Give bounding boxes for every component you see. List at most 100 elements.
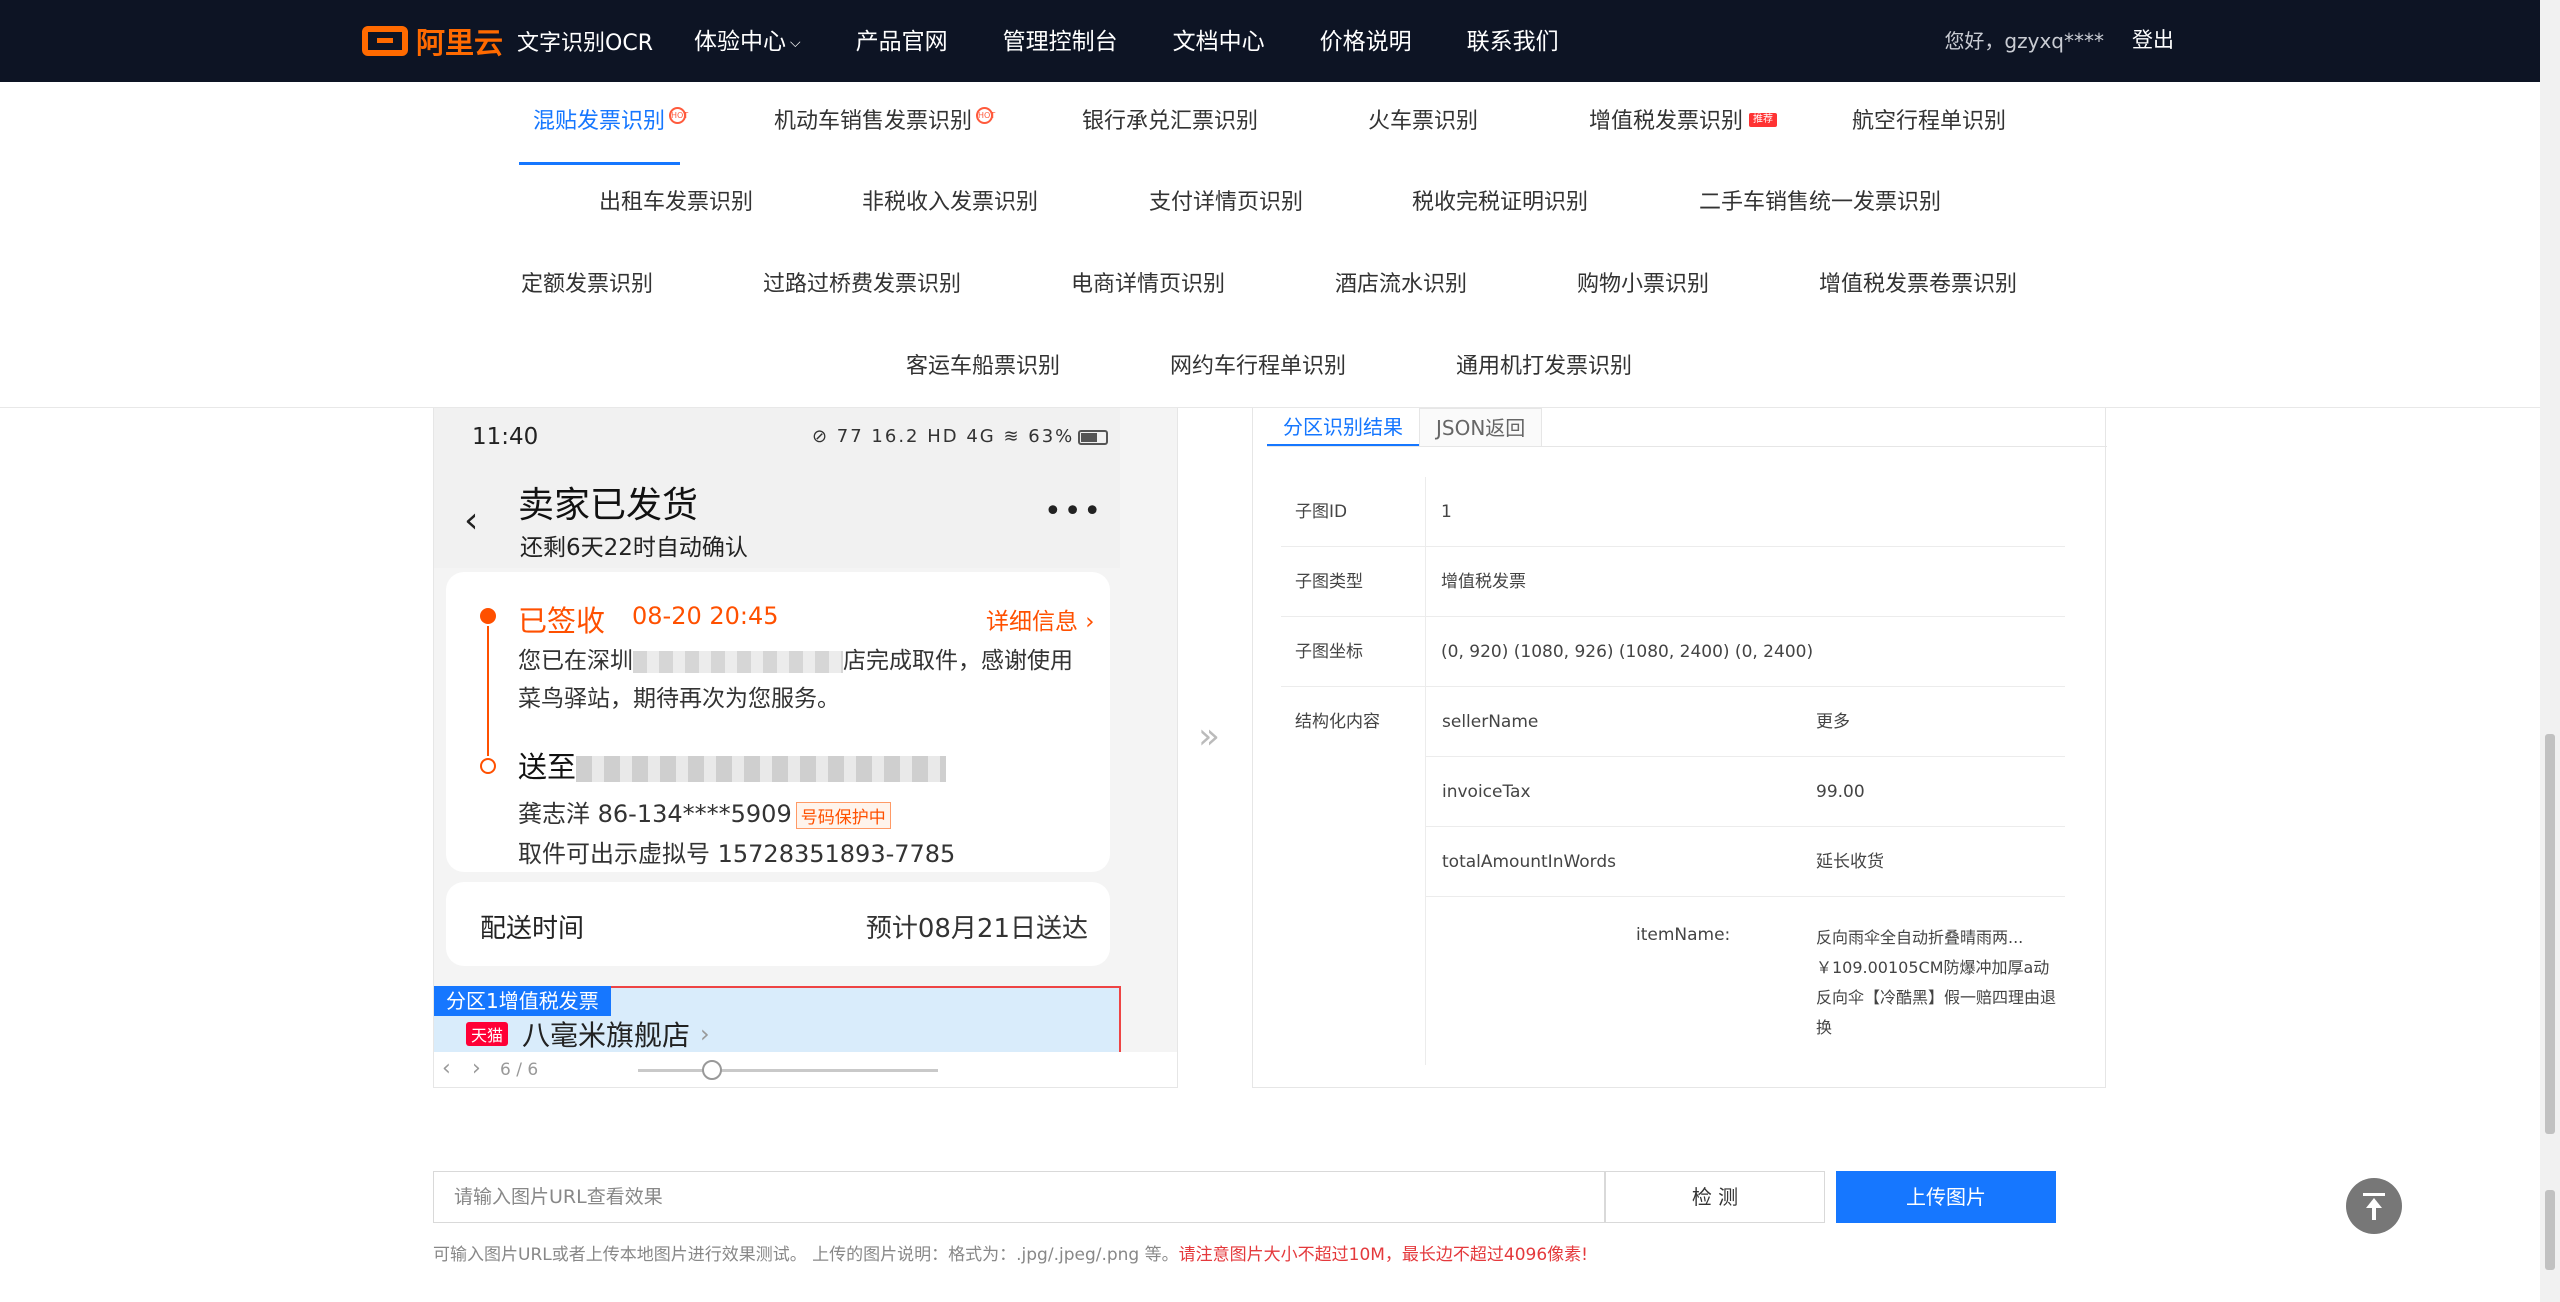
tab-machine-printed-invoice[interactable]: 通用机打发票识别	[1456, 347, 1632, 387]
logout-link[interactable]: 登出	[2132, 24, 2174, 54]
page-indicator: 6 / 6	[500, 1060, 539, 1080]
page-scrollbar-thumb[interactable]	[2545, 734, 2555, 1134]
tab-hotel-statement[interactable]: 酒店流水识别	[1335, 265, 1467, 305]
brand-name: 阿里云	[416, 26, 504, 60]
tab-non-tax-invoice[interactable]: 非税收入发票识别	[862, 183, 1038, 223]
upload-image-button[interactable]: 上传图片	[1836, 1171, 2056, 1223]
nav-experience-center[interactable]: 体验中心 ⌵	[694, 24, 801, 60]
send-to: 送至	[518, 744, 947, 786]
aliyun-logo[interactable]: 阿里云 文字识别OCR	[362, 22, 653, 60]
row-value: (0, 920) (1080, 926) (1080, 2400) (0, 24…	[1441, 642, 1814, 662]
zoom-slider-track[interactable]	[638, 1069, 938, 1072]
back-to-top-button[interactable]	[2346, 1178, 2402, 1234]
virtual-number: 取件可出示虚拟号 15728351893-7785	[518, 840, 956, 868]
tmall-tag: 天猫	[466, 1022, 509, 1046]
timeline-circle-icon	[480, 758, 496, 774]
tab-vat-roll-invoice[interactable]: 增值税发票卷票识别	[1819, 265, 2017, 305]
sub-row: totalAmountInWords 延长收货	[1426, 827, 2065, 897]
hot-icon: HOT	[976, 107, 995, 124]
detect-button[interactable]: 检 测	[1605, 1171, 1825, 1223]
nav-docs[interactable]: 文档中心	[1173, 24, 1265, 60]
number-protect-tag: 号码保护中	[795, 801, 891, 829]
order-subtitle: 还剩6天22时自动确认	[520, 535, 748, 561]
tab-vat-invoice[interactable]: 增值税发票识别 推荐	[1589, 102, 1778, 142]
tab-bank-acceptance[interactable]: 银行承兑汇票识别	[1082, 102, 1258, 142]
blurred-address	[633, 650, 843, 673]
tab-label: 增值税发票识别	[1589, 109, 1744, 134]
item-name-key: itemName:	[1636, 925, 1731, 945]
tab-train-ticket[interactable]: 火车票识别	[1368, 102, 1478, 142]
item-name-row: itemName: 反向雨伞全自动折叠晴雨两...￥109.00105CM防爆冲…	[1426, 897, 2065, 1065]
order-title: 卖家已发货	[518, 485, 699, 526]
item-name-value: 反向雨伞全自动折叠晴雨两...￥109.00105CM防爆冲加厚a动反向伞【冷酷…	[1816, 928, 2057, 1037]
row-value: 增值税发票	[1441, 572, 1526, 592]
tab-ride-hailing-itinerary[interactable]: 网约车行程单识别	[1170, 347, 1346, 387]
zoom-slider-handle[interactable]	[702, 1060, 722, 1080]
tab-quota-invoice[interactable]: 定额发票识别	[521, 265, 653, 305]
product-name: 文字识别OCR	[517, 31, 653, 56]
ocr-type-tabs: 混贴发票识别 HOT 机动车销售发票识别 HOT 银行承兑汇票识别 火车票识别 增值…	[0, 82, 2540, 408]
double-chevron-right-icon: »	[1198, 716, 1221, 757]
column-divider	[1425, 617, 1426, 687]
shop-name: 八毫米旗舰店	[522, 1019, 691, 1052]
nav-contact[interactable]: 联系我们	[1467, 24, 1559, 60]
field-key: invoiceTax	[1442, 782, 1531, 802]
upload-hint: 可输入图片URL或者上传本地图片进行效果测试。 上传的图片说明：格式为：.jpg…	[433, 1240, 1588, 1265]
phone-header: 11:40 ⊘ 77 16.2 HD 4G ≋ 63% ‹ 卖家已发货 还剩6天…	[434, 408, 1120, 568]
battery-icon	[1078, 429, 1109, 445]
result-panel: 分区识别结果 JSON返回 子图ID 1 子图类型 增值税发票 子图坐标 (0,…	[1252, 408, 2107, 1088]
result-tabs: 分区识别结果 JSON返回	[1267, 408, 1543, 446]
nav-pricing[interactable]: 价格说明	[1320, 24, 1412, 60]
tab-label: 混贴发票识别	[533, 109, 666, 134]
row-key: 子图坐标	[1295, 642, 1363, 662]
field-value: 99.00	[1816, 782, 1865, 802]
field-key: sellerName	[1442, 712, 1539, 732]
tab-vehicle-sales-invoice[interactable]: 机动车销售发票识别 HOT	[774, 102, 995, 142]
tab-ecommerce-detail[interactable]: 电商详情页识别	[1071, 265, 1225, 305]
sign-status: 已签收	[518, 604, 606, 638]
tab-json-return[interactable]: JSON返回	[1419, 408, 1543, 446]
receiver-text: 龚志洋 86-134****5909	[518, 800, 792, 828]
arrow-up-icon	[2372, 1206, 2376, 1220]
tab-tax-certificate[interactable]: 税收完税证明识别	[1412, 183, 1588, 223]
shipping-time-card: 配送时间 预计08月21日送达	[446, 882, 1110, 966]
nav-label: 体验中心	[694, 29, 786, 55]
nav-console[interactable]: 管理控制台	[1003, 24, 1118, 60]
detail-link: 详细信息 ›	[986, 609, 1095, 635]
tab-shopping-receipt[interactable]: 购物小票识别	[1577, 265, 1709, 305]
tab-taxi-invoice[interactable]: 出租车发票识别	[599, 183, 753, 223]
field-value: 更多	[1816, 712, 1850, 732]
logistics-card: 已签收 08-20 20:45 详细信息 › 您已在深圳 店完成取件，感谢使用菜鸟…	[446, 572, 1110, 872]
blurred-destination	[576, 756, 947, 782]
top-navbar: 阿里云 文字识别OCR 体验中心 ⌵ 产品官网 管理控制台 文档中心 价格说明 联…	[0, 0, 2540, 82]
page-scrollbar[interactable]	[2540, 0, 2560, 1302]
prev-image-button[interactable]: ‹	[442, 1056, 451, 1081]
tab-toll-invoice[interactable]: 过路过桥费发票识别	[763, 265, 961, 305]
column-divider	[1425, 547, 1426, 617]
back-arrow-icon: ‹	[464, 500, 479, 541]
next-image-button[interactable]: ›	[472, 1056, 481, 1081]
page-scrollbar-thumb-secondary[interactable]	[2545, 1190, 2555, 1270]
shop-row: 天猫 八毫米旗舰店 ›	[466, 1014, 710, 1054]
user-greeting: 您好，gzyxq****	[1944, 28, 2104, 53]
structured-content-row: 结构化内容 sellerName 更多 invoiceTax 99.00 tot…	[1281, 687, 2065, 1065]
table-row: 子图类型 增值税发票	[1281, 547, 2065, 617]
row-value: 1	[1441, 502, 1452, 522]
row-key: 结构化内容	[1295, 712, 1380, 732]
result-body: 子图ID 1 子图类型 增值税发票 子图坐标 (0, 920) (1080, 9…	[1267, 446, 2107, 1088]
chevron-right-icon: ›	[700, 1020, 710, 1048]
delivery-message: 您已在深圳 店完成取件，感谢使用菜鸟驿站，期待再次为您服务。	[518, 642, 1088, 718]
hint-text: 可输入图片URL或者上传本地图片进行效果测试。 上传的图片说明：格式为：.jpg…	[433, 1245, 1179, 1265]
tab-mixed-invoice[interactable]: 混贴发票识别 HOT	[533, 102, 688, 142]
image-url-input[interactable]	[433, 1171, 1605, 1223]
sub-row: sellerName 更多	[1426, 687, 2065, 757]
tab-region-result[interactable]: 分区识别结果	[1267, 408, 1419, 446]
sign-time: 08-20 20:45	[632, 602, 779, 630]
tab-passenger-ticket[interactable]: 客运车船票识别	[906, 347, 1060, 387]
tab-flight-itinerary[interactable]: 航空行程单识别	[1852, 102, 2006, 142]
shipping-eta: 预计08月21日送达	[865, 914, 1088, 944]
nav-product-site[interactable]: 产品官网	[856, 24, 948, 60]
tab-payment-detail[interactable]: 支付详情页识别	[1149, 183, 1303, 223]
aliyun-logo-icon	[362, 26, 408, 56]
tab-used-car-invoice[interactable]: 二手车销售统一发票识别	[1699, 183, 1941, 223]
